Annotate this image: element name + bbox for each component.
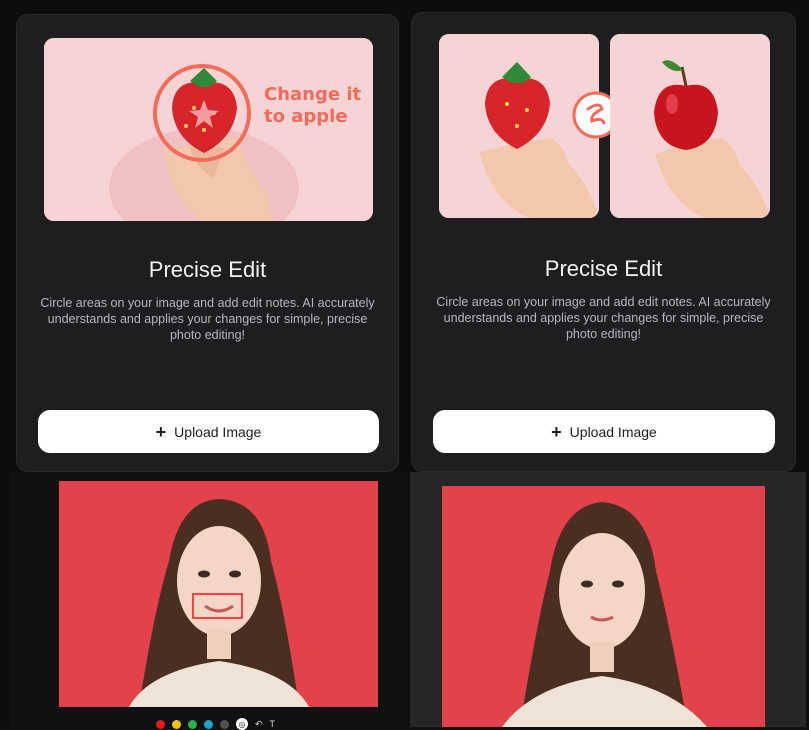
result-canvas [410,472,806,727]
green-color-swatch[interactable] [188,719,197,729]
portrait-result [442,486,765,727]
woman-portrait-illustration [59,481,378,707]
gray-color-swatch[interactable] [220,719,229,729]
annotation-toolbar: ◎ ↶ T [156,718,275,730]
precise-edit-card-1: Change it to apple Precise Edit Circle a… [16,14,399,472]
plus-icon: + [551,421,562,442]
card-2-title: Precise Edit [544,256,663,281]
precise-edit-card-2: Precise Edit Circle areas on your image … [411,12,796,472]
portrait-with-selection [59,481,378,707]
upload-image-label: Upload Image [569,423,657,440]
yellow-color-swatch[interactable] [172,719,181,729]
card-1-description: Circle areas on your image and add edit … [40,296,375,342]
select-tool-icon[interactable]: ◎ [236,718,248,730]
upload-image-button-2[interactable]: + Upload Image [433,410,775,453]
after-preview-image [610,34,770,218]
red-color-swatch[interactable] [156,719,165,729]
text-icon[interactable]: T [270,719,276,729]
cyan-color-swatch[interactable] [204,719,213,729]
upload-image-label: Upload Image [174,423,262,440]
woman-portrait-result-illustration [442,486,765,727]
card-1-preview-image: Change it to apple [44,38,373,221]
card-2-description: Circle areas on your image and add edit … [436,295,771,341]
apple-after-illustration [610,34,770,218]
card-1-title: Precise Edit [148,257,267,282]
upload-image-button-1[interactable]: + Upload Image [38,410,379,453]
edit-canvas: ◎ ↶ T [10,472,408,730]
plus-icon: + [155,421,167,442]
strawberry-hand-illustration [44,38,373,221]
undo-icon[interactable]: ↶ [255,719,263,730]
edit-note-callout: Change it to apple [264,84,362,127]
page: Change it to apple Precise Edit Circle a… [0,0,809,730]
